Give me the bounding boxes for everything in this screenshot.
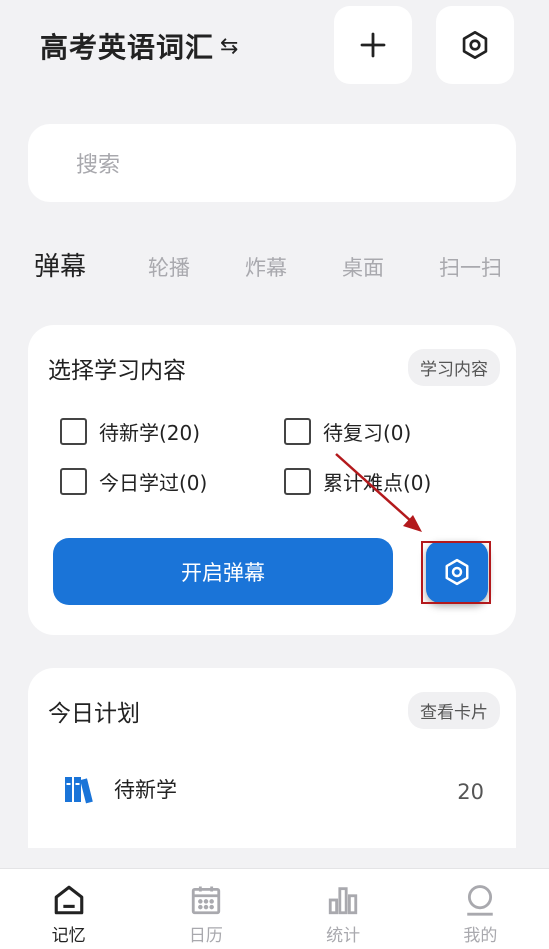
search-placeholder: 搜索	[76, 153, 121, 178]
plan-item-new[interactable]: 待新学	[64, 774, 177, 804]
option-review[interactable]: 待复习(0)	[284, 417, 411, 446]
today-plan-card: 今日计划 查看卡片 待新学 20	[28, 668, 516, 848]
checkbox[interactable]	[60, 418, 87, 445]
option-label: 待新学(20)	[99, 421, 201, 445]
view-cards-chip[interactable]: 查看卡片	[408, 692, 500, 729]
calendar-icon	[191, 886, 221, 915]
tab-desktop[interactable]: 桌面	[342, 252, 384, 282]
add-button[interactable]	[334, 6, 412, 84]
highlight-box	[421, 541, 491, 604]
swap-icon[interactable]: ⇆	[220, 34, 239, 59]
checkbox[interactable]	[284, 468, 311, 495]
option-new-words[interactable]: 待新学(20)	[60, 417, 200, 446]
home-icon	[54, 885, 83, 915]
annotation-arrow	[335, 453, 422, 532]
nav-label: 我的	[463, 926, 498, 946]
plan-item-count: 20	[457, 780, 484, 804]
nav-stats[interactable]: 统计	[275, 869, 412, 949]
bar-chart-icon	[328, 887, 358, 915]
nav-label: 记忆	[51, 926, 86, 946]
page-title[interactable]: 高考英语词汇 ⇆	[40, 26, 239, 66]
tab-scan[interactable]: 扫一扫	[439, 252, 502, 282]
bottom-nav: 记忆 日历 统计 我的	[0, 868, 549, 949]
search-input[interactable]: 搜索	[28, 124, 516, 202]
option-learned-today[interactable]: 今日学过(0)	[60, 467, 207, 496]
start-danmaku-button[interactable]: 开启弹幕	[53, 538, 393, 605]
plus-icon	[360, 32, 386, 58]
study-content-chip[interactable]: 学习内容	[408, 349, 500, 386]
nav-label: 日历	[188, 926, 223, 946]
checkbox[interactable]	[60, 468, 87, 495]
plan-item-label: 待新学	[114, 778, 177, 802]
option-label: 今日学过(0)	[99, 471, 208, 495]
profile-icon	[467, 885, 494, 916]
gear-icon	[462, 31, 488, 59]
app-title: 高考英语词汇	[40, 31, 215, 64]
tab-burst[interactable]: 炸幕	[245, 252, 287, 282]
study-content-card: 选择学习内容 学习内容 待新学(20) 待复习(0) 今日学过(0) 累计难点(…	[28, 325, 516, 635]
nav-label: 统计	[326, 926, 361, 946]
card-title: 选择学习内容	[48, 358, 186, 384]
card-title: 今日计划	[48, 701, 140, 727]
books-icon	[65, 777, 93, 804]
nav-profile[interactable]: 我的	[412, 869, 549, 949]
checkbox[interactable]	[284, 418, 311, 445]
nav-memory[interactable]: 记忆	[0, 869, 137, 949]
mode-tabs: 弹幕 轮播 炸幕 桌面 扫一扫	[34, 246, 549, 283]
tab-danmaku[interactable]: 弹幕	[34, 246, 86, 283]
option-label: 待复习(0)	[323, 421, 412, 445]
tab-carousel[interactable]: 轮播	[148, 252, 190, 282]
settings-button[interactable]	[436, 6, 514, 84]
nav-calendar[interactable]: 日历	[137, 869, 274, 949]
